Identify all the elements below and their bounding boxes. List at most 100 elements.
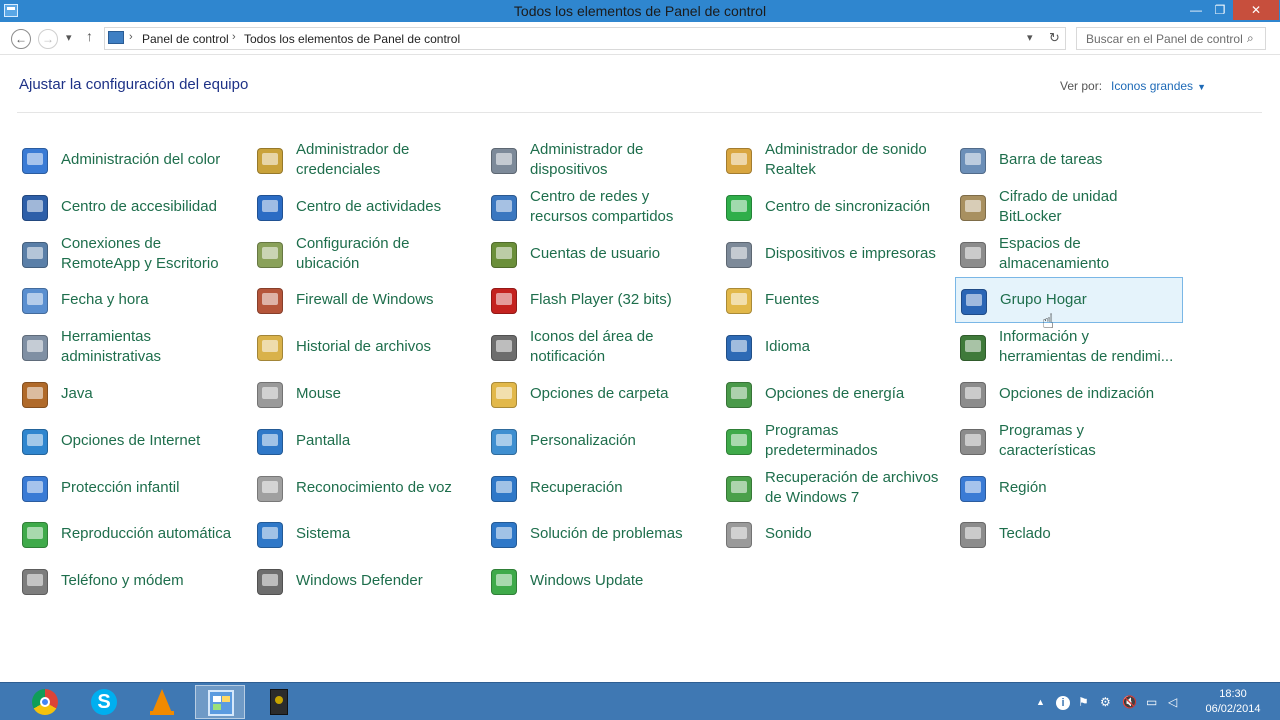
control-panel-item[interactable]: Administrador de credenciales [252,137,480,183]
control-panel-item-label: Administración del color [61,151,221,168]
control-panel-item[interactable]: Fuentes [721,277,949,323]
control-panel-item[interactable]: Opciones de Internet [17,418,245,464]
volume-muted-tray-icon[interactable]: 🔇 [1122,695,1137,709]
control-panel-item-label: Teclado [999,525,1051,542]
control-panel-item-label: Windows Defender [296,572,423,589]
control-panel-item[interactable]: Opciones de indización [955,371,1183,417]
control-panel-item[interactable]: Reproducción automática [17,511,245,557]
display-tray-icon[interactable]: ▭ [1146,695,1157,709]
recent-locations-button[interactable]: ▾ [66,31,72,44]
control-panel-item[interactable]: Configuración de ubicación [252,231,480,277]
control-panel-item[interactable]: Pantalla [252,418,480,464]
search-icon[interactable]: ⌕ [1247,31,1254,46]
skype-icon: S [91,689,117,715]
action-center-tray-icon[interactable]: ⚑ [1078,695,1089,709]
control-panel-item[interactable]: Centro de accesibilidad [17,184,245,230]
control-panel-item[interactable]: Grupo Hogar [955,277,1183,323]
control-panel-item[interactable]: Solución de problemas [486,511,714,557]
control-panel-item[interactable]: Centro de sincronización [721,184,949,230]
control-panel-item[interactable]: Administración del color [17,137,245,183]
internet-options-icon [19,426,51,458]
control-panel-item[interactable]: Cuentas de usuario [486,231,714,277]
control-panel-item[interactable]: Sistema [252,511,480,557]
control-panel-item-label: Administrador de sonido Realtek [765,141,927,178]
chevron-down-icon: ▾ [66,32,72,44]
control-panel-item-label: Flash Player (32 bits) [530,291,672,308]
control-panel-item[interactable]: Personalización [486,418,714,464]
control-panel-item[interactable]: Sonido [721,511,949,557]
search-input[interactable]: Buscar en el Panel de control [1086,32,1243,46]
control-panel-item[interactable]: Flash Player (32 bits) [486,277,714,323]
show-hidden-icons-button[interactable]: ▲ [1036,697,1045,707]
control-panel-item[interactable]: Protección infantil [17,465,245,511]
control-panel-item-label: Fecha y hora [61,291,149,308]
control-panel-item-label: Iconos del área de notificación [530,328,654,365]
control-panel-item[interactable]: Reconocimiento de voz [252,465,480,511]
refresh-icon[interactable]: ↻ [1049,30,1060,46]
breadcrumb-all-items[interactable]: Todos los elementos de Panel de control [244,32,460,46]
window-title: Todos los elementos de Panel de control [513,3,767,19]
control-panel-item[interactable]: Programas y características [955,418,1183,464]
system-clock[interactable]: 18:30 06/02/2014 [1198,687,1268,717]
search-box[interactable]: Buscar en el Panel de control ⌕ [1076,27,1266,50]
address-bar[interactable]: › Panel de control › Todos los elementos… [104,27,1066,50]
control-panel-item[interactable]: Conexiones de RemoteApp y Escritorio [17,231,245,277]
control-panel-item[interactable]: Espacios de almacenamiento [955,231,1183,277]
control-panel-item[interactable]: Centro de actividades [252,184,480,230]
control-panel-item[interactable]: Firewall de Windows [252,277,480,323]
control-panel-item-label: Reproducción automática [61,525,232,542]
network-tray-icon[interactable]: ⚙ [1100,695,1111,709]
close-button[interactable]: ✕ [1233,0,1279,20]
control-panel-item[interactable]: Idioma [721,324,949,370]
up-button[interactable]: ↑ [86,28,93,44]
restore-button[interactable]: ❐ [1207,0,1233,20]
control-panel-item[interactable]: Teléfono y módem [17,558,245,604]
microphone-icon [254,473,286,505]
control-panel-item[interactable]: Windows Update [486,558,714,604]
forward-button[interactable]: → [38,29,58,49]
taskbar-control-panel[interactable] [195,685,245,719]
control-panel-item[interactable]: Windows Defender [252,558,480,604]
control-panel-item[interactable]: Historial de archivos [252,324,480,370]
control-panel-item[interactable]: Java [17,371,245,417]
control-panel-item[interactable]: Región [955,465,1183,511]
control-panel-item-label: Región [999,479,1047,496]
control-panel-item-label: Configuración de ubicación [296,235,410,272]
control-panel-item[interactable]: Barra de tareas [955,137,1183,183]
control-panel-item-label: Mouse [296,385,342,402]
chevron-right-icon[interactable]: › [232,31,236,43]
taskbar-vlc[interactable] [137,685,187,719]
control-panel-item[interactable]: Dispositivos e impresoras [721,231,949,277]
back-button[interactable]: ← [11,29,31,49]
control-panel-item[interactable]: Información y herramientas de rendimi... [955,324,1183,370]
control-panel-item[interactable]: Centro de redes y recursos compartidos [486,184,714,230]
notification-area-icon [488,332,520,364]
control-panel-item[interactable]: Administrador de dispositivos [486,137,714,183]
control-panel-item[interactable]: Iconos del área de notificación [486,324,714,370]
control-panel-item-label: Opciones de energía [765,385,905,402]
control-panel-item[interactable]: Recuperación de archivos de Windows 7 [721,465,949,511]
control-panel-item-label: Recuperación de archivos de Windows 7 [765,469,939,506]
control-panel-item[interactable]: Recuperación [486,465,714,511]
control-panel-item[interactable]: Opciones de energía [721,371,949,417]
info-tray-icon[interactable]: i [1056,695,1070,710]
speaker-tray-icon[interactable]: ◁ [1168,695,1177,709]
navigation-bar: ← → ▾ ↑ › Panel de control › Todos los e… [0,22,1280,55]
minimize-button[interactable]: — [1183,0,1209,20]
taskbar-recorder[interactable] [254,685,304,719]
taskbar-chrome[interactable] [20,685,70,719]
chevron-right-icon[interactable]: › [129,31,133,43]
address-history-dropdown[interactable]: ▾ [1027,31,1033,44]
control-panel-item[interactable]: Fecha y hora [17,277,245,323]
control-panel-item[interactable]: Cifrado de unidad BitLocker [955,184,1183,230]
control-panel-item[interactable]: Mouse [252,371,480,417]
taskbar-skype[interactable]: S [79,685,129,719]
control-panel-item[interactable]: Herramientas administrativas [17,324,245,370]
file-history-icon [254,332,286,364]
control-panel-item[interactable]: Administrador de sonido Realtek [721,137,949,183]
control-panel-item[interactable]: Programas predeterminados [721,418,949,464]
view-by-dropdown[interactable]: Iconos grandes ▼ [1111,79,1206,93]
control-panel-item[interactable]: Opciones de carpeta [486,371,714,417]
breadcrumb-control-panel[interactable]: Panel de control [142,32,229,46]
control-panel-item[interactable]: Teclado [955,511,1183,557]
